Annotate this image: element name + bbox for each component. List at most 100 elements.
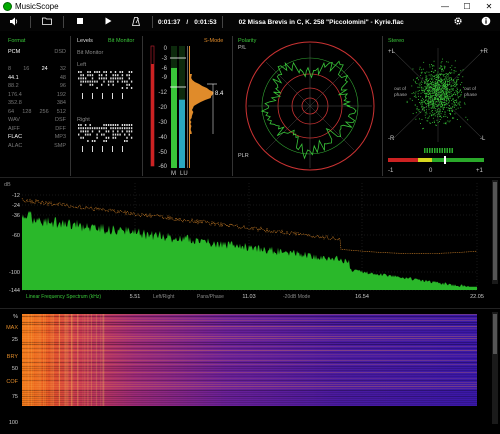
stereo-point <box>451 100 453 101</box>
stereo-point <box>452 79 454 81</box>
stereo-point <box>444 68 446 70</box>
close-button[interactable]: ✕ <box>478 2 500 11</box>
bit-cell <box>80 130 82 133</box>
stereo-point <box>415 118 417 120</box>
stereo-point <box>434 105 436 107</box>
format-value: PCM <box>8 49 21 55</box>
stereo-point <box>418 86 420 88</box>
stereo-point <box>452 80 454 81</box>
stereo-point <box>444 84 446 86</box>
panel-divider <box>70 36 71 176</box>
stereo-point <box>436 73 438 75</box>
format-row: 44.1 48 <box>8 74 66 83</box>
stereo-point <box>453 70 455 72</box>
bit-cell <box>101 74 103 77</box>
maximize-button[interactable]: ☐ <box>456 2 478 11</box>
stereo-point <box>446 91 448 93</box>
play-icon[interactable] <box>94 17 122 27</box>
stereo-point <box>438 77 440 79</box>
mode-20db[interactable]: -20dB Mode <box>283 294 310 300</box>
bit-cell <box>112 130 114 133</box>
speaker-icon[interactable] <box>0 17 28 28</box>
bit-cell <box>84 77 87 80</box>
stop-icon[interactable] <box>66 17 94 27</box>
spectrogram-col <box>67 314 69 406</box>
stereo-point <box>459 90 461 92</box>
stereo-point <box>428 108 430 110</box>
stereo-point <box>436 89 438 91</box>
tab-bit-monitor[interactable]: Bit Monitor <box>108 38 134 44</box>
stereo-point <box>454 113 456 115</box>
stereo-point <box>449 96 451 98</box>
stereo-point <box>434 99 436 101</box>
spectrogram-row <box>22 374 477 375</box>
stereo-point <box>421 86 423 88</box>
stereo-point <box>454 105 456 107</box>
out-of-phase-left: out of phase <box>394 86 407 98</box>
stereo-point <box>418 83 420 85</box>
stereo-point <box>426 113 428 115</box>
stereo-point <box>447 95 449 97</box>
spectrum-ytick: -144 <box>9 288 20 294</box>
bit-cell <box>117 124 119 126</box>
folder-icon[interactable] <box>33 17 61 27</box>
metronome-icon[interactable] <box>122 16 150 28</box>
stereo-point <box>437 98 438 100</box>
minimize-button[interactable]: — <box>434 2 456 11</box>
stereo-point <box>450 79 452 81</box>
bit-cell <box>87 130 89 133</box>
bit-cell <box>103 77 105 80</box>
mode-pans-phase[interactable]: Pans/Phase <box>197 294 224 300</box>
spectrum-scrollbar[interactable] <box>492 180 498 284</box>
stereo-point <box>424 72 426 73</box>
stereo-point <box>432 100 434 102</box>
stereo-point <box>451 111 453 112</box>
panel-divider <box>232 36 233 176</box>
stereo-point <box>421 106 423 108</box>
stereo-point <box>439 86 440 88</box>
stereo-point <box>452 98 454 100</box>
bit-cell <box>101 77 103 80</box>
meter-lu-label: LU <box>180 171 188 176</box>
mode-left-right[interactable]: Left/Right <box>153 294 175 300</box>
stereo-point <box>427 93 429 95</box>
format-value: ALAC <box>8 142 23 149</box>
corr-history-bar <box>436 148 438 153</box>
format-value: MP3 <box>54 134 66 140</box>
stereo-point <box>431 96 433 98</box>
bit-cell <box>82 80 84 83</box>
bit-cell <box>114 77 117 80</box>
stereo-point <box>426 109 427 111</box>
stereo-point <box>450 88 452 90</box>
spectrum-analyzer: -12 -24 -36 -60 -100 -144 dB 5.51 11.03 16.54 22… <box>4 182 484 300</box>
stereo-point <box>436 85 437 86</box>
spectrum-scrollbar-thumb[interactable] <box>493 182 497 280</box>
bit-cell <box>103 71 105 73</box>
info-icon[interactable] <box>472 16 500 28</box>
stereo-point <box>439 102 441 104</box>
stereo-point <box>442 87 444 89</box>
stereo-point <box>418 95 419 97</box>
stereo-point <box>429 86 431 88</box>
bit-cell <box>112 74 114 77</box>
stereo-point <box>456 100 458 102</box>
spectrogram-row <box>22 390 477 391</box>
stereo-point <box>436 114 438 116</box>
stereo-point <box>437 85 438 87</box>
spectrogram-scrollbar-thumb[interactable] <box>493 314 497 354</box>
stereo-point <box>436 91 437 93</box>
stereo-point <box>432 98 434 100</box>
spectrogram-scrollbar[interactable] <box>492 312 498 424</box>
stereo-point <box>426 102 428 104</box>
bit-cell <box>130 136 133 139</box>
stereo-point <box>448 74 450 76</box>
gear-icon[interactable] <box>444 16 472 28</box>
spectrogram-col <box>88 314 90 406</box>
stereo-point <box>453 100 454 102</box>
stereo-point <box>425 75 427 77</box>
stereo-point <box>447 61 449 63</box>
stereo-point <box>426 90 428 92</box>
stereo-point <box>426 111 427 113</box>
stereo-point <box>449 67 451 68</box>
bit-cell <box>80 127 82 130</box>
